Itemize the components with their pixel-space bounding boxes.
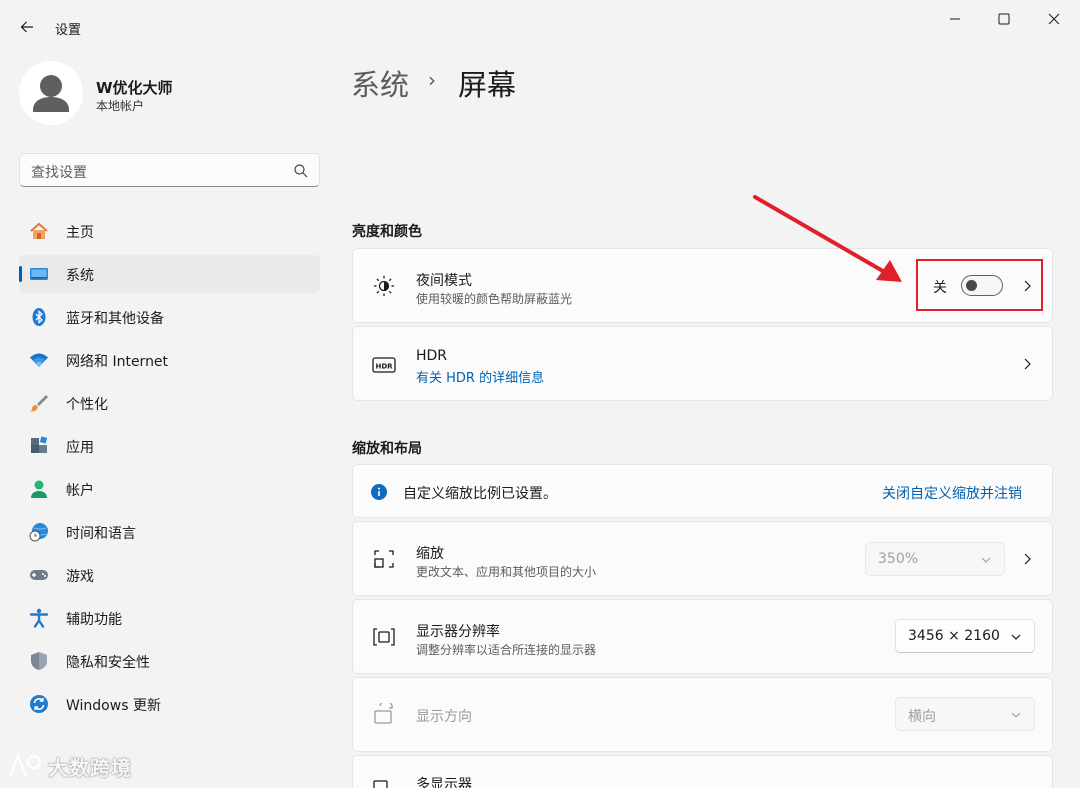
scale-subtitle: 更改文本、应用和其他项目的大小 (416, 565, 597, 579)
profile-account-type: 本地帐户 (96, 99, 145, 113)
night-light-subtitle: 使用较暖的颜色帮助屏蔽蓝光 (416, 292, 573, 306)
night-light-icon (374, 276, 394, 296)
nav-item-apps[interactable]: 应用 (19, 427, 320, 465)
nav-label: Windows 更新 (66, 698, 161, 714)
nav-label: 时间和语言 (66, 526, 136, 542)
scale-card[interactable]: 缩放 更改文本、应用和其他项目的大小 350% (352, 521, 1053, 596)
resolution-icon (373, 628, 395, 646)
watermark-logo-icon (6, 750, 46, 780)
avatar[interactable] (19, 61, 83, 125)
highlight-box (916, 259, 1043, 311)
chevron-down-icon (981, 557, 991, 563)
nav-item-network[interactable]: 网络和 Internet (19, 341, 320, 379)
home-icon (30, 222, 48, 239)
section-title-scale-layout: 缩放和布局 (352, 441, 422, 457)
nav-item-windows-update[interactable]: Windows 更新 (19, 685, 320, 723)
orientation-value: 横向 (908, 709, 936, 725)
watermark-text: 大数跨境 (48, 756, 132, 780)
nav-label: 蓝牙和其他设备 (66, 311, 164, 327)
resolution-dropdown[interactable]: 3456 × 2160 (895, 619, 1035, 653)
wifi-icon (30, 353, 48, 367)
minimize-icon (950, 18, 960, 20)
resolution-subtitle: 调整分辨率以适合所连接的显示器 (416, 643, 597, 657)
update-icon (30, 695, 48, 713)
account-icon (31, 480, 47, 498)
turn-off-custom-scale-link[interactable]: 关闭自定义缩放并注销 (882, 483, 1022, 503)
info-banner-text: 自定义缩放比例已设置。 (403, 486, 557, 502)
nav-item-privacy[interactable]: 隐私和安全性 (19, 642, 320, 680)
nav-label: 帐户 (66, 483, 94, 499)
search-icon[interactable] (293, 163, 309, 179)
page-title: 屏幕 (458, 68, 517, 102)
app-title: 设置 (55, 23, 82, 38)
annotation-arrow-icon (753, 195, 902, 282)
maximize-icon (998, 13, 1010, 25)
user-silhouette-icon (33, 75, 69, 112)
breadcrumb-separator: › (428, 68, 436, 92)
hdr-info-link[interactable]: 有关 HDR 的详细信息 (416, 367, 544, 386)
scale-value: 350% (878, 551, 919, 567)
back-arrow-icon (20, 21, 33, 33)
resolution-value: 3456 × 2160 (908, 628, 1000, 644)
brush-icon (30, 395, 48, 412)
nav-item-home[interactable]: 主页 (19, 212, 320, 250)
hdr-title: HDR (416, 348, 448, 364)
back-button[interactable] (14, 14, 40, 40)
nav-item-accessibility[interactable]: 辅助功能 (19, 599, 320, 637)
orientation-card: 显示方向 横向 (352, 677, 1053, 752)
multi-display-title: 多显示器 (416, 777, 472, 788)
active-indicator (19, 266, 22, 282)
nav-label: 个性化 (66, 397, 108, 413)
search-box[interactable]: 查找设置 (19, 153, 320, 187)
resolution-title: 显示器分辨率 (416, 624, 500, 640)
bluetooth-icon (32, 308, 46, 326)
night-light-title: 夜间模式 (416, 273, 472, 289)
hdr-icon: HDR (372, 357, 396, 373)
nav-item-accounts[interactable]: 帐户 (19, 470, 320, 508)
nav-item-gaming[interactable]: 游戏 (19, 556, 320, 594)
resolution-card[interactable]: 显示器分辨率 调整分辨率以适合所连接的显示器 3456 × 2160 (352, 599, 1053, 674)
nav-label: 游戏 (66, 569, 94, 585)
orientation-dropdown: 横向 (895, 697, 1035, 731)
scale-dropdown: 350% (865, 542, 1005, 576)
minimize-button[interactable] (931, 6, 979, 32)
svg-text:HDR: HDR (375, 363, 393, 371)
nav-label: 网络和 Internet (66, 354, 169, 370)
custom-scale-info-banner: 自定义缩放比例已设置。 关闭自定义缩放并注销 (352, 464, 1053, 518)
chevron-right-icon[interactable] (1020, 552, 1034, 566)
nav-label: 辅助功能 (66, 612, 122, 628)
orientation-title: 显示方向 (416, 709, 472, 725)
multi-display-card[interactable]: 多显示器 (352, 755, 1053, 788)
nav-label: 应用 (66, 440, 94, 456)
chevron-right-icon[interactable] (1020, 357, 1034, 371)
shield-icon (31, 652, 47, 670)
section-title-brightness: 亮度和颜色 (352, 224, 422, 240)
scale-title: 缩放 (416, 546, 444, 562)
nav-item-bluetooth[interactable]: 蓝牙和其他设备 (19, 298, 320, 336)
orientation-icon (374, 703, 393, 724)
nav-item-personalization[interactable]: 个性化 (19, 384, 320, 422)
scale-icon (374, 550, 394, 568)
gamepad-icon (30, 570, 48, 580)
globe-clock-icon (29, 523, 48, 542)
maximize-button[interactable] (980, 6, 1028, 32)
nav-item-system[interactable]: 系统 (19, 255, 320, 293)
nav-label: 系统 (66, 268, 94, 284)
chevron-down-icon (1011, 634, 1021, 640)
breadcrumb-parent[interactable]: 系统 (351, 62, 409, 104)
nav-label: 主页 (66, 225, 94, 241)
system-icon (30, 268, 48, 280)
info-icon (371, 484, 387, 500)
chevron-down-icon (1011, 712, 1021, 718)
nav-item-time-language[interactable]: 时间和语言 (19, 513, 320, 551)
accessibility-icon (29, 608, 49, 628)
close-button[interactable] (1030, 6, 1078, 32)
profile-name: W优化大师 (96, 79, 173, 97)
multi-display-icon (373, 780, 388, 788)
search-input[interactable]: 查找设置 (31, 162, 87, 182)
hdr-card[interactable]: HDR HDR 有关 HDR 的详细信息 (352, 326, 1053, 401)
apps-icon (31, 436, 48, 453)
nav-label: 隐私和安全性 (66, 655, 150, 671)
close-icon (1048, 13, 1060, 25)
